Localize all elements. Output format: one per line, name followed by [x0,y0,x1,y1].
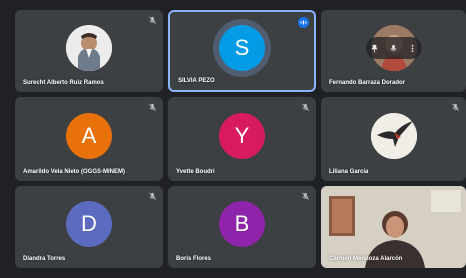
mic-off-icon [149,16,156,24]
avatar-initial: S [234,35,250,60]
participant-name: Boris Flores [176,256,212,262]
participant-tile[interactable]: D Diandra Torres [15,186,163,268]
participant-tile[interactable]: B Boris Flores [168,186,316,268]
participant-photo-avatar [370,113,417,159]
participant-tile[interactable]: Surecht Alberto Ruiz Ramos [15,10,163,92]
avatar-initial: D [81,211,97,236]
participant-initial-avatar: S [219,25,265,71]
mic-off-icon [149,192,156,200]
mic-icon[interactable] [389,44,398,53]
participant-tile-speaking[interactable]: S SILVIA PEZO [168,10,316,92]
participant-name: SILVIA PEZO [178,78,215,84]
more-options-icon[interactable] [408,44,417,53]
participant-tile[interactable]: A Amarildo Vela Nieto (OGGS-MINEM) [15,97,163,181]
mic-off-icon [302,103,309,111]
avatar-initial: Y [234,123,250,148]
participant-name: Fernando Barraza Dorador [329,80,406,86]
participant-initial-avatar: A [66,113,112,159]
participant-initial-avatar: Y [219,113,265,159]
avatar-initial: A [81,123,97,148]
mic-off-icon [302,192,309,200]
participant-name: Amarildo Vela Nieto (OGGS-MINEM) [23,169,126,175]
participant-name: Surecht Alberto Ruiz Ramos [23,80,104,86]
participant-tile-video[interactable]: Carmen Mendoza Alarcón [321,186,466,268]
participant-tile[interactable]: Liliana García [321,97,466,181]
avatar-initial: B [234,211,250,236]
participant-photo-avatar [66,25,112,71]
mic-off-icon [149,103,156,111]
participant-tile[interactable]: Y Yvette Boudri [168,97,316,181]
mic-off-icon [452,103,459,111]
participant-name: Diandra Torres [23,256,66,262]
tile-hover-controls [365,37,422,59]
pin-icon[interactable] [370,44,379,53]
participant-name: Yvette Boudri [176,169,215,175]
participant-name: Carmen Mendoza Alarcón [329,256,403,262]
participant-initial-avatar: D [66,201,112,247]
speaking-indicator-icon [298,17,309,28]
participant-tile[interactable]: Fernando Barraza Dorador [321,10,466,92]
participant-name: Liliana García [329,169,369,175]
participant-initial-avatar: B [219,201,265,247]
participant-grid: Surecht Alberto Ruiz Ramos S SILVIA PEZO… [0,0,466,278]
